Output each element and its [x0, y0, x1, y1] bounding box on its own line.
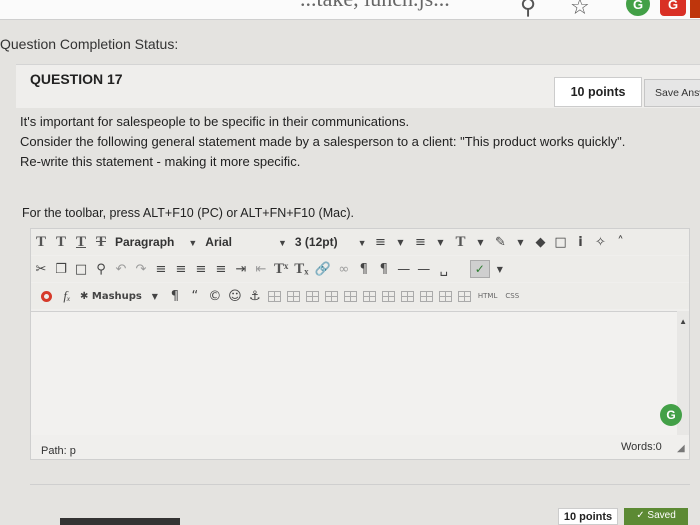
fullscreen-icon[interactable]: ✧	[594, 235, 608, 250]
table-split-cell-icon[interactable]	[400, 290, 414, 302]
strikethrough-icon[interactable]: T	[94, 234, 108, 251]
question-prompt: It's important for salespeople to be spe…	[20, 112, 690, 172]
extension-green-icon[interactable]: G	[626, 0, 650, 16]
emoticon-icon[interactable]: ☺	[228, 289, 242, 304]
anchor-icon[interactable]: ⚓	[248, 289, 262, 304]
scroll-up-icon[interactable]: ▲	[679, 317, 687, 326]
align-center-icon[interactable]: ≡	[174, 262, 188, 277]
divider	[30, 484, 690, 485]
copy-icon[interactable]: ❐	[54, 262, 68, 277]
saved-status-badge: ✓ Saved	[624, 508, 688, 525]
text-color-dropdown-icon[interactable]: ▼	[474, 238, 488, 247]
outdent-icon[interactable]: ⇤	[254, 262, 268, 277]
bullet-list-dropdown-icon[interactable]: ▼	[394, 238, 408, 247]
prompt-line: Re-write this statement - making it more…	[20, 154, 301, 169]
extension-red-icon[interactable]: G	[660, 0, 686, 16]
record-icon[interactable]	[41, 290, 52, 302]
info-icon[interactable]: i	[574, 235, 588, 250]
table-delete-row-icon[interactable]	[324, 290, 338, 302]
table-props-icon[interactable]	[438, 290, 452, 302]
table-merge-cell-icon[interactable]	[419, 290, 433, 302]
align-justify-icon[interactable]: ≡	[214, 262, 228, 277]
formula-icon[interactable]: fₓ	[60, 288, 74, 304]
mashups-dropdown-icon[interactable]: ▼	[148, 292, 162, 301]
subscript-icon[interactable]: Tₓ	[294, 261, 308, 278]
rtl-icon[interactable]: ¶	[377, 262, 391, 277]
preview-icon[interactable]: □	[554, 235, 568, 250]
toolbar-hint: For the toolbar, press ALT+F10 (PC) or A…	[22, 206, 354, 220]
browser-top-bar: ...take, lunch.js... ⚲ ☆ G G	[0, 0, 700, 20]
italic-icon[interactable]: T	[54, 234, 68, 251]
horizontal-line-icon[interactable]: —	[417, 262, 431, 277]
question-title: QUESTION 17	[30, 71, 123, 87]
font-select[interactable]: Arial ▼	[205, 235, 287, 249]
align-left-icon[interactable]: ≡	[154, 262, 168, 277]
find-icon[interactable]: ⚲	[94, 262, 108, 277]
prompt-line: Consider the following general statement…	[20, 134, 626, 149]
toolbar-row-3: fₓ ✱ Mashups ▼ ¶ “ © ☺ ⚓ HTML CSS	[31, 283, 689, 309]
table-col-after-icon[interactable]	[362, 290, 376, 302]
size-select[interactable]: 3 (12pt) ▼	[295, 235, 367, 249]
next-question-header: 10 points ✓ Saved	[0, 506, 700, 525]
editor-content-area[interactable]	[31, 311, 677, 435]
text-color-icon[interactable]: T	[454, 234, 468, 251]
superscript-icon[interactable]: Tˣ	[274, 261, 288, 278]
redo-icon[interactable]: ↷	[134, 262, 148, 277]
question-header: QUESTION 17 10 points Save Answer	[16, 64, 700, 108]
paragraph-mark-icon[interactable]: ¶	[168, 289, 182, 304]
mashups-menu[interactable]: ✱ Mashups	[80, 291, 142, 302]
search-icon[interactable]: ⚲	[520, 0, 536, 19]
question-completion-status: Question Completion Status:	[0, 36, 179, 52]
prompt-line: It's important for salespeople to be spe…	[20, 114, 410, 129]
toolbar-row-1: T T T T Paragraph ▼ Arial ▼ 3 (12pt) ▼ ≡ ▼ …	[31, 229, 689, 255]
numbered-list-icon[interactable]: ≡	[414, 235, 428, 250]
highlight-dropdown-icon[interactable]: ▼	[514, 238, 528, 247]
star-icon[interactable]: ☆	[570, 0, 590, 19]
spellcheck-icon[interactable]: ✓	[469, 260, 490, 278]
indent-icon[interactable]: ⇥	[234, 262, 248, 277]
html-source-icon[interactable]: HTML	[478, 292, 497, 300]
next-question-title	[60, 518, 180, 525]
table-cell-props-icon[interactable]	[457, 290, 471, 302]
bullet-list-icon[interactable]: ≡	[374, 235, 388, 250]
horizontal-rule-icon[interactable]: —	[397, 262, 411, 277]
nonbreaking-space-icon[interactable]: ␣	[437, 262, 451, 277]
link-icon[interactable]: 🔗	[315, 262, 331, 277]
table-col-before-icon[interactable]	[343, 290, 357, 302]
unlink-icon[interactable]: ∞	[337, 262, 351, 277]
extension-orange-icon[interactable]	[690, 0, 700, 18]
table-row-after-icon[interactable]	[305, 290, 319, 302]
copyright-icon[interactable]: ©	[208, 289, 222, 304]
grammarly-icon[interactable]: G	[660, 404, 682, 426]
clear-format-icon[interactable]: ◆	[534, 235, 548, 250]
bold-icon[interactable]: T	[34, 234, 48, 251]
table-row-before-icon[interactable]	[286, 290, 300, 302]
insert-table-icon[interactable]	[267, 290, 281, 302]
rich-text-editor: T T T T Paragraph ▼ Arial ▼ 3 (12pt) ▼ ≡ ▼ …	[30, 228, 690, 460]
blockquote-icon[interactable]: “	[188, 289, 202, 304]
editor-status-bar: Path: p Words:0 ◢	[31, 435, 689, 459]
align-right-icon[interactable]: ≡	[194, 262, 208, 277]
paste-icon[interactable]: □	[74, 262, 88, 277]
save-answer-button[interactable]: Save Answer	[644, 79, 700, 107]
table-delete-col-icon[interactable]	[381, 290, 395, 302]
resize-handle-icon[interactable]: ◢	[677, 443, 685, 454]
cut-icon[interactable]: ✂	[34, 262, 48, 277]
word-count: Words:0	[621, 441, 662, 453]
highlight-icon[interactable]: ✎	[494, 235, 508, 250]
next-points-badge: 10 points	[558, 508, 618, 525]
collapse-toolbar-icon[interactable]: ˄	[614, 235, 628, 250]
element-path: Path: p	[41, 445, 76, 457]
ltr-icon[interactable]: ¶	[357, 262, 371, 277]
undo-icon[interactable]: ↶	[114, 262, 128, 277]
underline-icon[interactable]: T	[74, 234, 88, 251]
points-badge: 10 points	[554, 77, 642, 107]
toolbar-row-2: ✂ ❐ □ ⚲ ↶ ↷ ≡ ≡ ≡ ≡ ⇥ ⇤ Tˣ Tₓ 🔗 ∞ ¶ ¶ — …	[31, 256, 689, 282]
numbered-list-dropdown-icon[interactable]: ▼	[434, 238, 448, 247]
format-select[interactable]: Paragraph ▼	[115, 235, 197, 249]
spellcheck-dropdown-icon[interactable]: ▼	[493, 265, 507, 274]
tab-title-fragment: ...take, lunch.js...	[300, 0, 450, 12]
css-icon[interactable]: CSS	[505, 292, 519, 300]
